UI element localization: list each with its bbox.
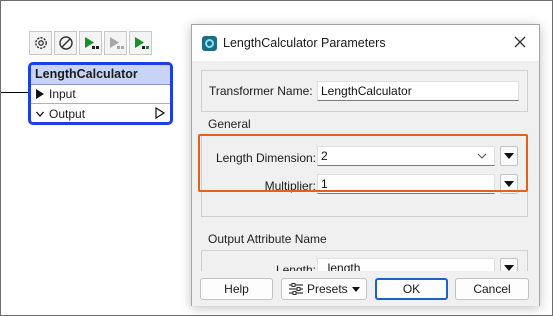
connection-line[interactable] [1,92,30,93]
transformer-name-group: Transformer Name: LengthCalculator [201,70,528,112]
app-icon [202,35,217,51]
output-port-label: Output [49,106,86,121]
transformer-name-input[interactable]: LengthCalculator [317,81,519,101]
general-group-label: General [208,117,251,131]
output-attribute-group-label: Output Attribute Name [208,232,327,246]
canvas-frame: LengthCalculator Input Output LengthCalc… [0,0,553,316]
run-only-this-button[interactable] [129,31,152,55]
cancel-button[interactable]: Cancel [455,278,529,300]
disable-button[interactable] [54,31,77,55]
presets-icon [289,283,303,295]
caret-down-icon [352,287,360,292]
input-port[interactable]: Input [31,85,170,104]
close-icon[interactable] [513,35,527,49]
node-title: LengthCalculator [31,65,170,85]
input-port-icon [36,89,44,99]
disable-icon [58,36,73,50]
run-from-this-icon [109,37,124,49]
parameters-button[interactable] [29,31,52,55]
dialog-title: LengthCalculator Parameters [223,36,386,50]
run-only-this-icon [134,37,149,49]
presets-button[interactable]: Presets [281,278,367,300]
length-calculator-node[interactable]: LengthCalculator Input Output [28,62,173,125]
gear-icon [34,37,47,49]
transformer-name-label: Transformer Name: [209,84,313,98]
presets-label: Presets [307,282,348,296]
dialog-footer: Help Presets OK Cancel [192,271,539,306]
run-from-this-button[interactable] [104,31,127,55]
help-button[interactable]: Help [200,278,273,300]
output-port-icon[interactable] [155,107,165,119]
input-port-label: Input [49,87,76,101]
dialog-titlebar[interactable]: LengthCalculator Parameters [192,25,539,61]
transformer-toolbar [29,31,152,57]
run-to-this-button[interactable] [79,31,102,55]
highlight-box [198,134,528,192]
ok-button[interactable]: OK [375,278,448,300]
output-port[interactable]: Output [31,104,170,122]
chevron-down-icon[interactable] [35,109,45,119]
run-to-this-icon [84,37,99,49]
